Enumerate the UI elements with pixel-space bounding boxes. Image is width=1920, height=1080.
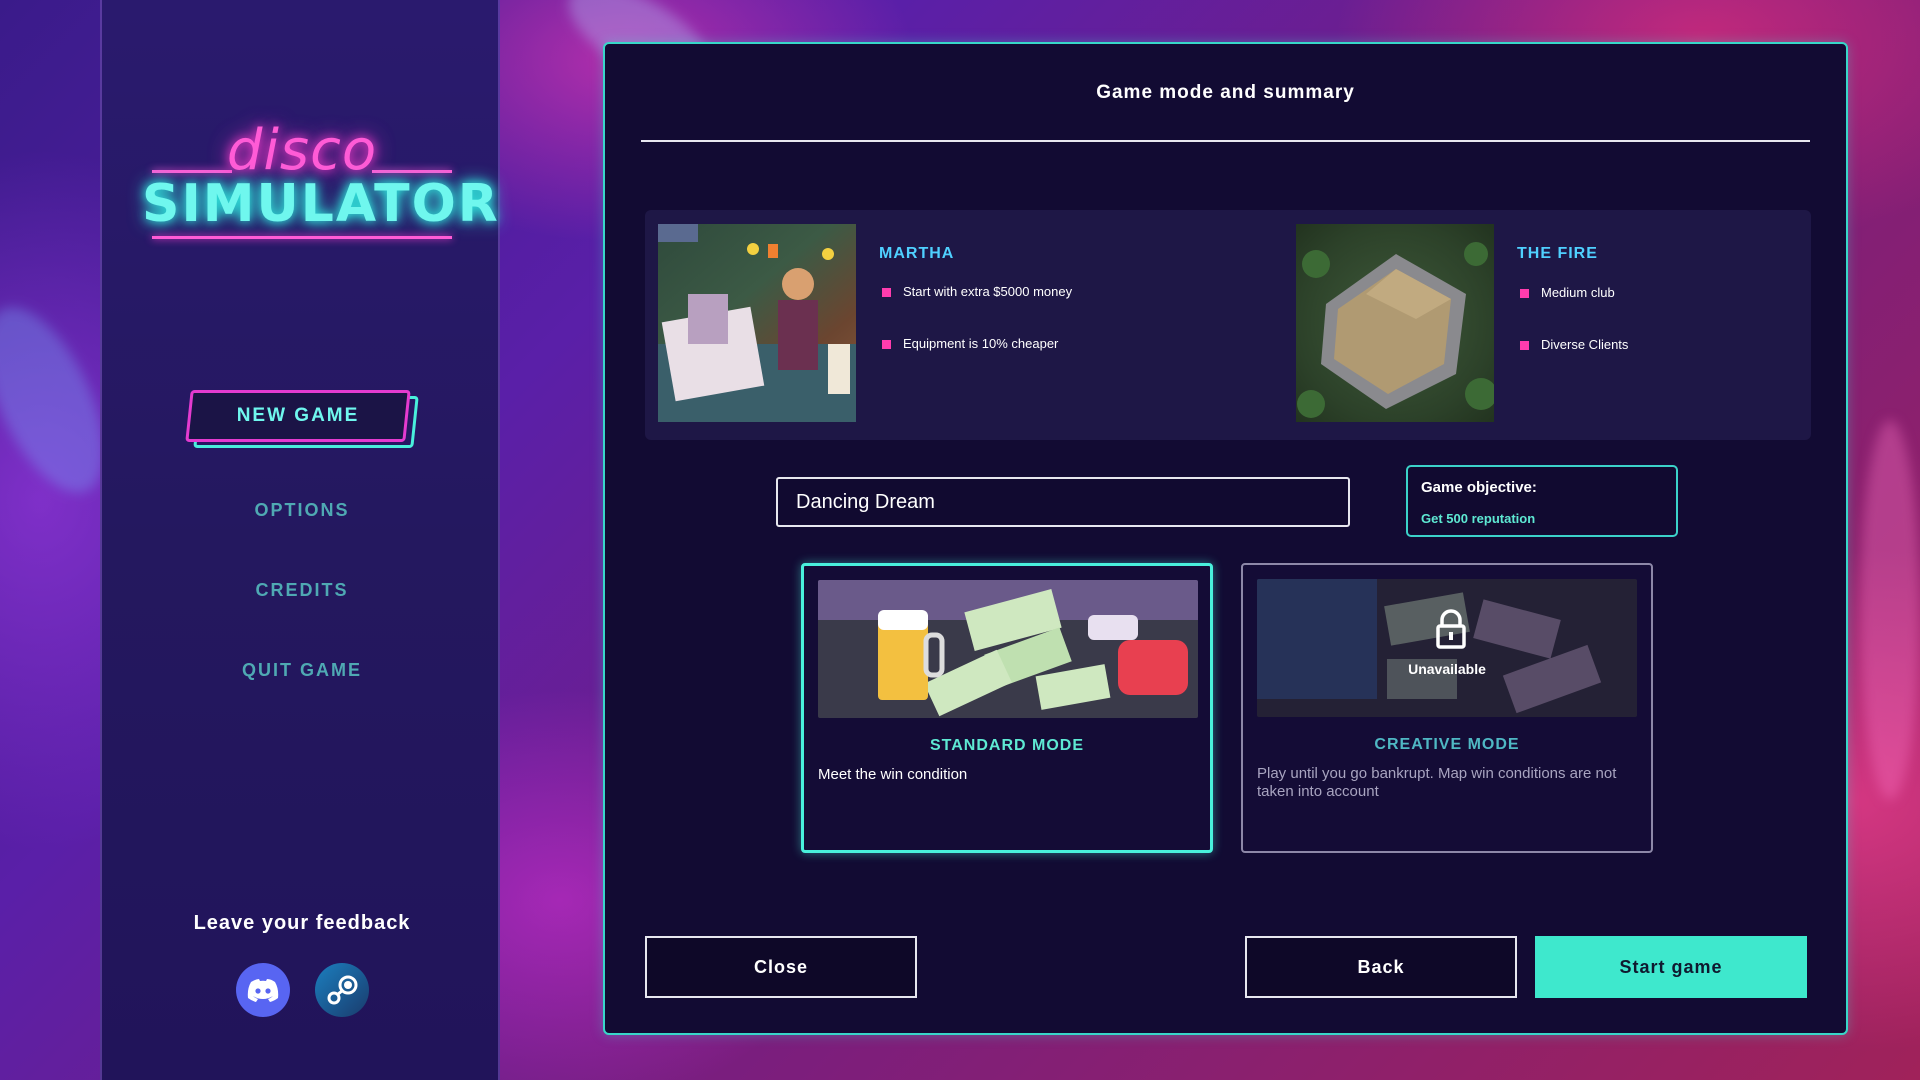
character-portrait bbox=[658, 224, 856, 422]
creative-mode-title: CREATIVE MODE bbox=[1374, 736, 1520, 753]
discord-icon[interactable] bbox=[236, 963, 290, 1017]
character-name: MARTHA bbox=[879, 245, 955, 262]
standard-mode-card[interactable]: STANDARD MODE Meet the win condition bbox=[801, 563, 1213, 853]
credits-button[interactable]: CREDITS bbox=[102, 580, 502, 601]
creative-mode-card[interactable]: Unavailable CREATIVE MODE Play until you… bbox=[1241, 563, 1653, 853]
creative-mode-description: Play until you go bankrupt. Map win cond… bbox=[1257, 765, 1617, 800]
background-light-streak bbox=[1860, 420, 1920, 800]
objective-label: Game objective: bbox=[1421, 479, 1537, 496]
standard-mode-image bbox=[818, 580, 1198, 718]
game-mode-summary-panel: Game mode and summary MARTHA Start with … bbox=[603, 42, 1848, 1035]
new-game-label: NEW GAME bbox=[236, 405, 360, 426]
unavailable-label: Unavailable bbox=[1408, 661, 1486, 677]
quit-game-button[interactable]: QUIT GAME bbox=[102, 660, 502, 681]
close-button[interactable]: Close bbox=[645, 936, 917, 998]
club-name-input[interactable] bbox=[776, 477, 1350, 527]
main-menu-sidebar: disco SIMULATOR NEW GAME OPTIONS CREDITS… bbox=[100, 0, 500, 1080]
start-game-button[interactable]: Start game bbox=[1535, 936, 1807, 998]
club-perk: Medium club bbox=[1517, 285, 1615, 300]
standard-mode-title: STANDARD MODE bbox=[929, 737, 1085, 754]
logo-line-right bbox=[372, 170, 452, 173]
panel-title: Game mode and summary bbox=[1096, 82, 1355, 103]
game-objective-box: Game objective: Get 500 reputation bbox=[1406, 465, 1678, 537]
club-name: THE FIRE bbox=[1517, 245, 1598, 262]
standard-mode-description: Meet the win condition bbox=[818, 766, 968, 783]
club-preview bbox=[1296, 224, 1494, 422]
logo-simulator-text: SIMULATOR bbox=[142, 174, 500, 234]
game-logo: disco SIMULATOR bbox=[142, 118, 500, 248]
steam-icon[interactable] bbox=[315, 963, 369, 1017]
title-divider bbox=[641, 140, 1810, 142]
character-perk: Start with extra $5000 money bbox=[879, 284, 1072, 299]
lock-icon bbox=[1434, 609, 1468, 649]
feedback-title: Leave your feedback bbox=[193, 912, 411, 934]
logo-underline bbox=[152, 236, 452, 239]
summary-box: MARTHA Start with extra $5000 money Equi… bbox=[645, 210, 1811, 440]
character-perk: Equipment is 10% cheaper bbox=[879, 336, 1058, 351]
options-button[interactable]: OPTIONS bbox=[102, 500, 502, 521]
objective-value: Get 500 reputation bbox=[1421, 511, 1536, 526]
new-game-button[interactable]: NEW GAME bbox=[185, 390, 419, 448]
club-perk: Diverse Clients bbox=[1517, 337, 1628, 352]
back-button[interactable]: Back bbox=[1245, 936, 1517, 998]
